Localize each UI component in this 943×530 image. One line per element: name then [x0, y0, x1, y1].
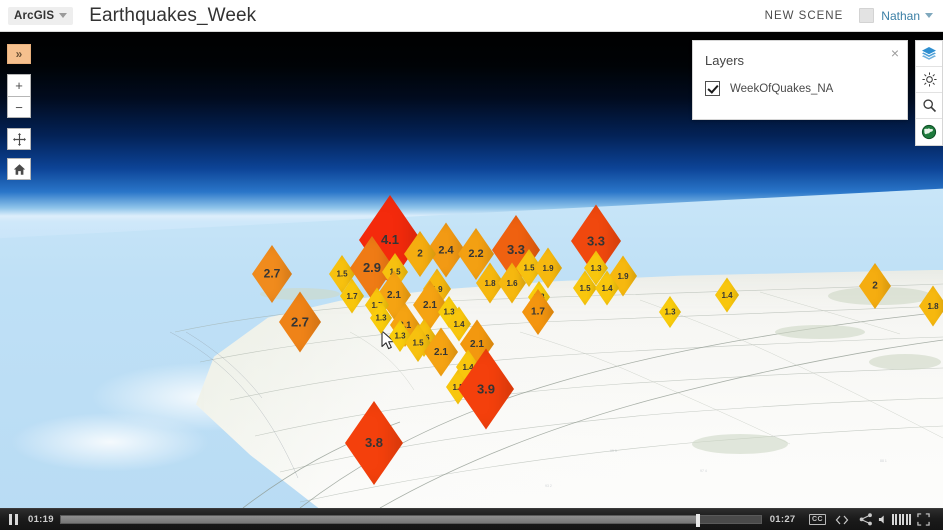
magnitude-label: 3.3	[586, 233, 606, 249]
scene-canvas[interactable]: 95 5 97 4 93 2 88 1 16 3 » + −	[0, 32, 943, 508]
magnitude-label: 2	[872, 280, 878, 292]
close-icon[interactable]: ×	[891, 46, 899, 60]
pause-icon	[8, 514, 12, 525]
home-icon	[13, 163, 25, 175]
current-time-label: 01:19	[28, 514, 54, 525]
pan-icon	[12, 132, 26, 146]
chevron-down-icon	[925, 13, 933, 18]
page-title: Earthquakes_Week	[89, 4, 257, 26]
layers-icon	[922, 46, 936, 60]
earthquake-marker[interactable]: 1.4	[595, 270, 619, 306]
zoom-out-button[interactable]: −	[7, 96, 31, 118]
user-menu[interactable]: Nathan	[859, 8, 933, 23]
earthquake-marker[interactable]: 1.4	[715, 277, 739, 313]
map-tool-rail: » + −	[7, 44, 31, 180]
volume-level-bars[interactable]	[891, 514, 911, 525]
magnitude-label: 2.1	[434, 346, 448, 358]
embed-button[interactable]	[830, 509, 854, 530]
pause-button[interactable]	[0, 509, 26, 530]
app-header: ArcGIS Earthquakes_Week NEW SCENE Nathan	[0, 0, 943, 32]
zoom-in-button[interactable]: +	[7, 74, 31, 96]
brand-label: ArcGIS	[14, 9, 55, 22]
avatar	[859, 8, 875, 23]
progress-handle[interactable]	[695, 514, 700, 527]
progress-scrubber[interactable]	[59, 514, 762, 527]
layer-visibility-checkbox[interactable]	[705, 81, 720, 96]
header-actions: NEW SCENE Nathan	[765, 8, 933, 23]
magnitude-label: 3.8	[364, 435, 384, 451]
layer-name-label: WeekOfQuakes_NA	[730, 82, 834, 95]
daylight-icon	[921, 72, 937, 87]
magnitude-label: 1.4	[721, 290, 733, 300]
earthquake-marker[interactable]: 1.3	[659, 296, 681, 328]
volume-button[interactable]	[878, 509, 911, 530]
magnitude-label: 1.4	[601, 283, 613, 293]
magnitude-label: 1.7	[531, 306, 545, 318]
magnitude-label: 1.8	[927, 301, 939, 311]
magnitude-label: 1.5	[579, 283, 591, 293]
magnitude-label: 3.9	[476, 381, 496, 397]
magnitude-label: 2	[417, 248, 423, 260]
earthquake-marker[interactable]: 3.9	[458, 348, 514, 430]
earthquake-marker[interactable]: 1.5	[573, 270, 597, 306]
player-right-controls: CC	[806, 509, 936, 530]
basemap-globe-icon	[921, 124, 937, 140]
home-button[interactable]	[7, 158, 31, 180]
magnitude-label: 1.3	[664, 307, 676, 317]
video-player-controls: 01:19 01:27 CC	[0, 508, 943, 530]
chevron-down-icon	[59, 13, 68, 18]
magnitude-label: 2.7	[263, 266, 281, 281]
earthquake-marker[interactable]: 2	[859, 263, 891, 309]
layers-panel-title: Layers	[705, 53, 745, 68]
embed-code-icon	[835, 515, 848, 524]
share-icon	[859, 513, 872, 526]
earthquake-marker[interactable]: 1.7	[340, 278, 364, 314]
basemap-rail-button[interactable]	[916, 119, 942, 145]
scene-side-rail	[915, 40, 943, 146]
earthquake-marker[interactable]: 2.7	[279, 291, 321, 353]
fullscreen-icon	[916, 513, 930, 526]
zoom-controls: + −	[7, 74, 31, 118]
arcgis-brand-menu[interactable]: ArcGIS	[8, 6, 74, 25]
magnitude-label: 2.2	[468, 247, 484, 260]
layers-panel: × Layers WeekOfQuakes_NA	[692, 40, 908, 120]
captions-button[interactable]: CC	[806, 509, 830, 530]
daylight-rail-button[interactable]	[916, 67, 942, 93]
search-icon	[922, 99, 936, 113]
pan-button[interactable]	[7, 128, 31, 150]
magnitude-label: 1.9	[542, 263, 554, 273]
magnitude-label: 1.7	[346, 291, 358, 301]
username-label: Nathan	[881, 8, 920, 23]
magnitude-label: 1.6	[506, 278, 518, 288]
earthquake-marker[interactable]: 1.8	[919, 285, 943, 327]
new-scene-button[interactable]: NEW SCENE	[765, 10, 844, 22]
progress-fill	[60, 516, 698, 523]
fullscreen-button[interactable]	[911, 509, 935, 530]
expand-panel-button[interactable]: »	[7, 44, 31, 64]
pause-icon	[14, 514, 18, 525]
cc-icon: CC	[808, 514, 827, 525]
earthquake-marker[interactable]: 3.8	[345, 401, 403, 485]
arcgis-scene-viewer: ArcGIS Earthquakes_Week NEW SCENE Nathan	[0, 0, 943, 530]
total-time-label: 01:27	[769, 514, 796, 525]
layers-rail-button[interactable]	[916, 41, 942, 67]
search-rail-button[interactable]	[916, 93, 942, 119]
share-button[interactable]	[854, 509, 878, 530]
volume-icon	[878, 515, 884, 524]
list-item[interactable]: WeekOfQuakes_NA	[705, 81, 907, 96]
magnitude-label: 2.7	[290, 314, 310, 330]
earthquake-marker[interactable]: 1.7	[522, 289, 554, 335]
